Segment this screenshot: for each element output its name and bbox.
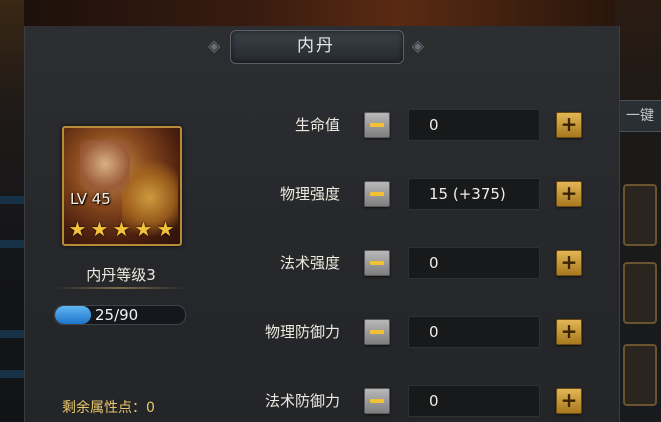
stat-value-box: 0 [408, 109, 540, 141]
stat-value: 0 [429, 392, 439, 410]
stat-value: 0 [429, 323, 439, 341]
hero-level: LV 45 [70, 190, 111, 208]
stat-value: 0 [429, 254, 439, 272]
decrease-button[interactable]: − [364, 181, 390, 207]
background-scene-right [615, 0, 661, 422]
side-tab-one-click[interactable]: 一键 [618, 100, 661, 132]
star-icon: ★ [90, 217, 109, 241]
panel-title: 内丹 [297, 36, 335, 56]
side-item-slot[interactable] [623, 184, 657, 246]
xp-progress-bar: 25/90 [54, 305, 186, 325]
xp-progress-fill [55, 306, 92, 324]
star-rating: ★ ★ ★ ★ ★ [67, 219, 177, 241]
stat-value-box: 15 (+375) [408, 178, 540, 210]
decrease-button[interactable]: − [364, 388, 390, 414]
stat-label: 法术防御力 [264, 392, 340, 410]
decrease-button[interactable]: − [364, 250, 390, 276]
stat-label: 生命值 [294, 116, 340, 134]
stat-value-box: 0 [408, 385, 540, 417]
stat-label: 物理防御力 [264, 323, 340, 341]
star-icon: ★ [134, 217, 153, 241]
dan-level-label: 内丹等级3 [86, 266, 156, 284]
background-stripe [0, 196, 24, 204]
increase-button[interactable]: + [556, 181, 582, 207]
increase-button[interactable]: + [556, 112, 582, 138]
hero-portrait[interactable]: LV 45 ★ ★ ★ ★ ★ [62, 126, 182, 246]
decrease-button[interactable]: − [364, 319, 390, 345]
background-scene-left [0, 0, 24, 422]
star-icon: ★ [156, 217, 175, 241]
increase-button[interactable]: + [556, 250, 582, 276]
divider [54, 287, 186, 289]
panel-title-bar: ◈ 内丹 ◈ [206, 30, 426, 64]
xp-progress-text: 25/90 [95, 306, 139, 324]
remaining-points: 剩余属性点：0 [62, 400, 155, 416]
background-scene-top [0, 0, 661, 26]
star-icon: ★ [112, 217, 131, 241]
stat-value: 15 (+375) [429, 185, 506, 203]
stat-label: 物理强度 [279, 185, 340, 203]
side-item-slot[interactable] [623, 262, 657, 324]
star-icon: ★ [68, 217, 87, 241]
increase-button[interactable]: + [556, 388, 582, 414]
stat-label: 法术强度 [279, 254, 340, 272]
side-item-slot[interactable] [623, 344, 657, 406]
stat-value: 0 [429, 116, 439, 134]
stat-value-box: 0 [408, 316, 540, 348]
background-stripe [0, 330, 24, 338]
increase-button[interactable]: + [556, 319, 582, 345]
decrease-button[interactable]: − [364, 112, 390, 138]
background-stripe [0, 240, 24, 248]
stat-value-box: 0 [408, 247, 540, 279]
background-stripe [0, 370, 24, 378]
ornament-right-icon: ◈ [411, 36, 424, 55]
